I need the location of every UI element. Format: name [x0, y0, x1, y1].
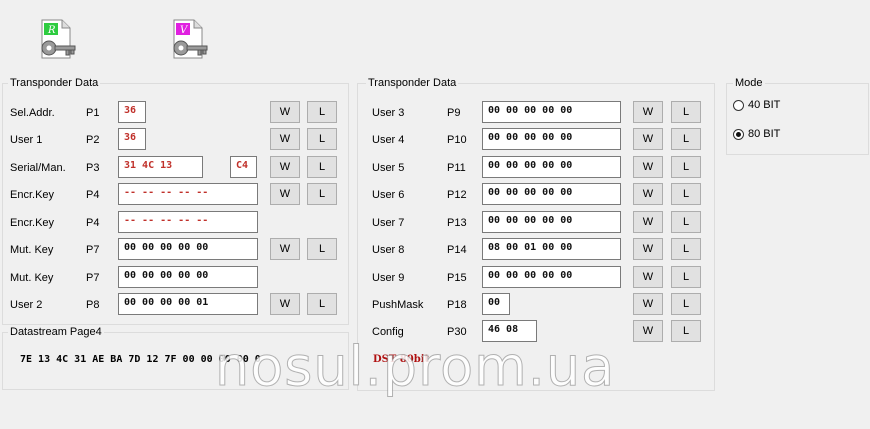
left-row-label: Mut. Key: [10, 244, 54, 256]
write-button[interactable]: W: [270, 293, 300, 315]
lock-button[interactable]: L: [671, 101, 701, 123]
left-row-value-field[interactable]: 31 4C 13: [118, 156, 203, 178]
left-row-label: Serial/Man.: [10, 162, 66, 174]
mode-group: [726, 83, 869, 155]
right-row-value-field[interactable]: 00 00 00 00 00: [482, 266, 621, 288]
right-row-label: User 4: [372, 134, 405, 146]
write-button[interactable]: W: [633, 211, 663, 233]
left-row-value-field[interactable]: 00 00 00 00 00: [118, 266, 258, 288]
lock-button[interactable]: L: [307, 128, 337, 150]
right-row-label: User 8: [372, 244, 405, 256]
right-row-label: User 5: [372, 162, 405, 174]
left-row-label: Sel.Addr.: [10, 107, 55, 119]
read-key-icon[interactable]: R: [38, 18, 78, 62]
left-row-page: P2: [86, 134, 100, 146]
write-button[interactable]: W: [633, 293, 663, 315]
lock-button[interactable]: L: [307, 183, 337, 205]
right-row-label: PushMask: [372, 299, 424, 311]
right-row-label: User 7: [372, 217, 405, 229]
lock-button[interactable]: L: [307, 293, 337, 315]
right-row-value-field[interactable]: 08 00 01 00 00: [482, 238, 621, 260]
lock-button[interactable]: L: [671, 156, 701, 178]
write-button[interactable]: W: [270, 128, 300, 150]
lock-button[interactable]: L: [671, 320, 701, 342]
lock-button[interactable]: L: [671, 266, 701, 288]
write-button[interactable]: W: [633, 128, 663, 150]
left-row-page: P8: [86, 299, 100, 311]
left-row-label: User 1: [10, 134, 43, 146]
left-row-value-field[interactable]: 00 00 00 00 01: [118, 293, 258, 315]
lock-button[interactable]: L: [307, 101, 337, 123]
datastream-title: Datastream Page4: [8, 326, 104, 338]
right-row-page: P14: [447, 244, 467, 256]
right-row-value-field[interactable]: 00 00 00 00 00: [482, 211, 621, 233]
write-button[interactable]: W: [270, 101, 300, 123]
right-row-value-field[interactable]: 00: [482, 293, 510, 315]
right-row-page: P10: [447, 134, 467, 146]
left-row-extra-field[interactable]: C4: [230, 156, 257, 178]
left-row-page: P7: [86, 272, 100, 284]
write-button[interactable]: W: [633, 320, 663, 342]
lock-button[interactable]: L: [671, 211, 701, 233]
left-row-page: P7: [86, 244, 100, 256]
left-row-value-field[interactable]: -- -- -- -- --: [118, 183, 258, 205]
right-row-label: User 9: [372, 272, 405, 284]
radio-80bit-dot: [736, 132, 741, 137]
right-row-value-field[interactable]: 00 00 00 00 00: [482, 183, 621, 205]
left-row-page: P4: [86, 217, 100, 229]
write-button[interactable]: W: [633, 183, 663, 205]
write-button[interactable]: W: [633, 101, 663, 123]
right-row-value-field[interactable]: 00 00 00 00 00: [482, 156, 621, 178]
left-row-value-field[interactable]: 36: [118, 101, 146, 123]
radio-40bit[interactable]: [733, 100, 744, 111]
right-group-title: Transponder Data: [366, 77, 459, 89]
lock-button[interactable]: L: [671, 183, 701, 205]
right-row-value-field[interactable]: 00 00 00 00 00: [482, 128, 621, 150]
right-row-label: User 6: [372, 189, 405, 201]
lock-button[interactable]: L: [671, 128, 701, 150]
radio-80bit[interactable]: [733, 129, 744, 140]
right-row-page: P11: [447, 162, 466, 174]
write-button[interactable]: W: [633, 238, 663, 260]
left-row-page: P3: [86, 162, 100, 174]
verify-key-icon[interactable]: V: [170, 18, 210, 62]
right-row-page: P12: [447, 189, 467, 201]
right-row-page: P9: [447, 107, 461, 119]
left-row-value-field[interactable]: -- -- -- -- --: [118, 211, 258, 233]
left-row-label: User 2: [10, 299, 43, 311]
left-group-title: Transponder Data: [8, 77, 101, 89]
lock-button[interactable]: L: [307, 238, 337, 260]
left-row-value-field[interactable]: 36: [118, 128, 146, 150]
lock-button[interactable]: L: [671, 293, 701, 315]
watermark: nosul.prom.ua: [214, 335, 616, 399]
right-row-page: P13: [447, 217, 467, 229]
right-row-page: P15: [447, 272, 467, 284]
radio-40bit-label: 40 BIT: [748, 99, 781, 111]
right-row-value-field[interactable]: 00 00 00 00 00: [482, 101, 621, 123]
write-button[interactable]: W: [270, 156, 300, 178]
lock-button[interactable]: L: [307, 156, 337, 178]
left-row-label: Encr.Key: [10, 217, 55, 229]
right-row-label: User 3: [372, 107, 405, 119]
write-button[interactable]: W: [633, 266, 663, 288]
write-button[interactable]: W: [270, 238, 300, 260]
write-button[interactable]: W: [633, 156, 663, 178]
lock-button[interactable]: L: [671, 238, 701, 260]
left-row-value-field[interactable]: 00 00 00 00 00: [118, 238, 258, 260]
right-row-page: P18: [447, 299, 467, 311]
left-row-page: P1: [86, 107, 100, 119]
write-button[interactable]: W: [270, 183, 300, 205]
left-row-label: Mut. Key: [10, 272, 54, 284]
radio-80bit-label: 80 BIT: [748, 128, 781, 140]
left-row-page: P4: [86, 189, 100, 201]
mode-title: Mode: [733, 77, 765, 89]
read-key-letter: R: [47, 25, 56, 36]
left-row-label: Encr.Key: [10, 189, 55, 201]
